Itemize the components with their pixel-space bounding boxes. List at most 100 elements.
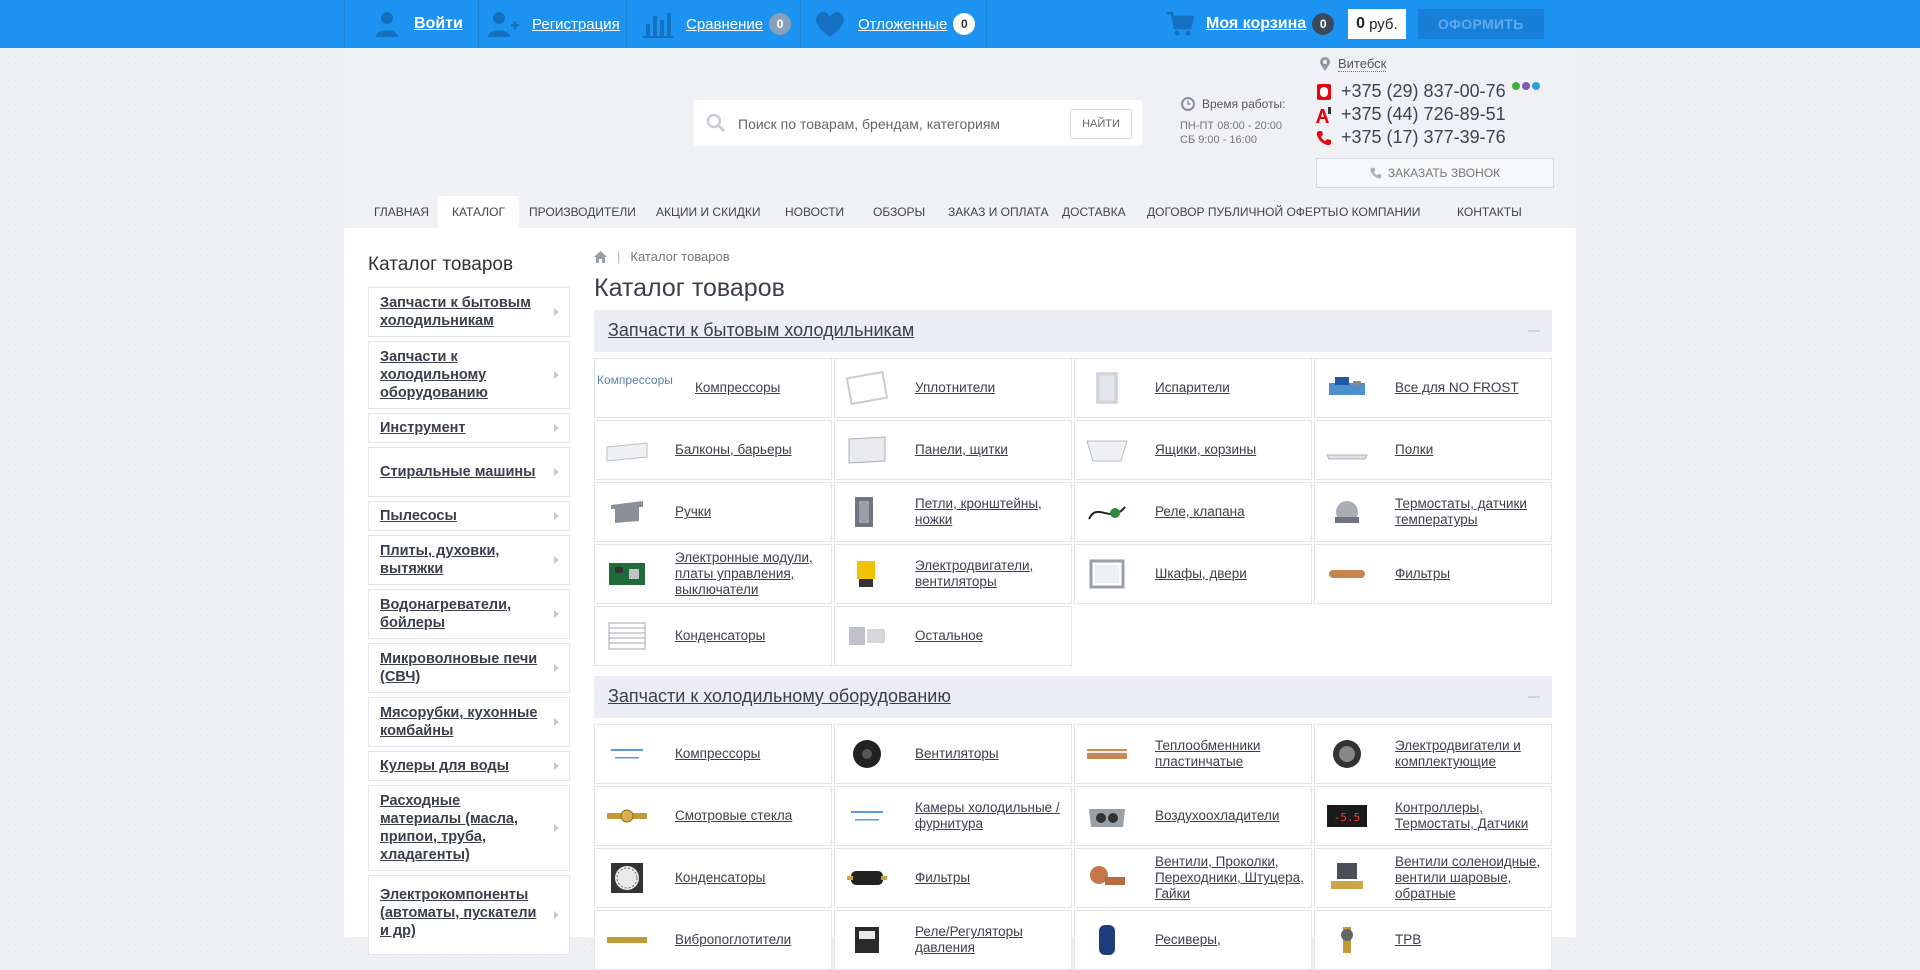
- category-tile[interactable]: Шкафы, двери: [1074, 544, 1312, 604]
- whatsapp-icon[interactable]: [1512, 82, 1520, 90]
- nav-public-offer[interactable]: ДОГОВОР ПУБЛИЧНОЙ ОФЕРТЫ: [1133, 196, 1352, 228]
- sidebar-item[interactable]: Стиральные машины: [368, 447, 570, 497]
- category-tile[interactable]: Смотровые стекла: [594, 786, 832, 846]
- sidebar-item[interactable]: Водонагреватели, бойлеры: [368, 589, 570, 639]
- category-tile[interactable]: -5.5 Контроллеры, Термостаты, Датчики: [1314, 786, 1552, 846]
- site-header: НАЙТИ Время работы: ПН-ПТ 08:00 - 20:00 …: [344, 48, 1576, 196]
- phone-mts[interactable]: +375 (29) 837-00-76: [1316, 81, 1506, 102]
- category-tile[interactable]: Конденсаторы: [594, 848, 832, 908]
- city-selector[interactable]: Витебск: [1320, 56, 1387, 72]
- category-tile[interactable]: Вентиляторы: [834, 724, 1072, 784]
- category-tile-label: Петли, кронштейны, ножки: [915, 496, 1042, 527]
- category-thumbnail: [1323, 369, 1371, 407]
- sidebar-item-label: Кулеры для воды: [380, 758, 509, 774]
- category-tile[interactable]: Теплообменники пластинчатые: [1074, 724, 1312, 784]
- sidebar-item[interactable]: Кулеры для воды: [368, 751, 570, 781]
- messenger-icons: [1512, 82, 1542, 90]
- sidebar-item[interactable]: Плиты, духовки, вытяжки: [368, 535, 570, 585]
- nav-order-payment[interactable]: ЗАКАЗ И ОПЛАТА: [934, 196, 1063, 228]
- category-thumbnail: [1323, 921, 1371, 959]
- sidebar-item[interactable]: Микроволновые печи (СВЧ): [368, 643, 570, 693]
- phone-icon: [1370, 167, 1382, 179]
- category-tile[interactable]: Воздухоохладители: [1074, 786, 1312, 846]
- sidebar-item[interactable]: Пылесосы: [368, 501, 570, 531]
- sidebar-item[interactable]: Электрокомпоненты (автоматы, пускатели и…: [368, 875, 570, 955]
- category-tile[interactable]: Ресиверы,: [1074, 910, 1312, 970]
- compare-label: Сравнение: [686, 15, 764, 33]
- cart-total-currency: руб.: [1369, 15, 1398, 33]
- city-name: Витебск: [1338, 56, 1387, 72]
- category-tile[interactable]: Компрессоры Компрессоры: [594, 358, 832, 418]
- category-tile[interactable]: Термостаты, датчики температуры: [1314, 482, 1552, 542]
- checkout-button[interactable]: ОФОРМИТЬ: [1417, 9, 1544, 39]
- sidebar-item[interactable]: Мясорубки, кухонные комбайны: [368, 697, 570, 747]
- phone-a1[interactable]: +375 (44) 726-89-51: [1316, 104, 1506, 125]
- callback-button[interactable]: ЗАКАЗАТЬ ЗВОНОК: [1316, 158, 1554, 188]
- search-input[interactable]: [736, 112, 1070, 136]
- nav-delivery[interactable]: ДОСТАВКА: [1048, 196, 1140, 228]
- category-tile[interactable]: Электродвигатели, вентиляторы: [834, 544, 1072, 604]
- telegram-icon[interactable]: [1532, 82, 1540, 90]
- category-tile[interactable]: Реле, клапана: [1074, 482, 1312, 542]
- category-tile[interactable]: Ящики, корзины: [1074, 420, 1312, 480]
- category-tile[interactable]: Панели, щитки: [834, 420, 1072, 480]
- category-tile[interactable]: Конденсаторы: [594, 606, 832, 666]
- nav-contacts[interactable]: КОНТАКТЫ: [1443, 196, 1536, 228]
- category-tile[interactable]: Уплотнители: [834, 358, 1072, 418]
- category-tile[interactable]: ТРВ: [1314, 910, 1552, 970]
- category-tile[interactable]: Вентили, Проколки, Переходники, Штуцера,…: [1074, 848, 1312, 908]
- home-icon[interactable]: [594, 250, 607, 263]
- category-section-header[interactable]: Запчасти к холодильному оборудованию: [594, 676, 1552, 718]
- category-tile[interactable]: Вибропоглотители: [594, 910, 832, 970]
- wishlist-link[interactable]: Отложенные 0: [814, 0, 976, 48]
- category-tile[interactable]: Полки: [1314, 420, 1552, 480]
- nav-promotions[interactable]: АКЦИИ И СКИДКИ: [642, 196, 774, 228]
- sidebar-item[interactable]: Запчасти к бытовым холодильникам: [368, 287, 570, 337]
- nav-about[interactable]: О КОМПАНИИ: [1325, 196, 1434, 228]
- cart-link[interactable]: Моя корзина 0 0 руб. ОФОРМИТЬ: [1166, 0, 1544, 48]
- sidebar-item[interactable]: Запчасти к холодильному оборудованию: [368, 341, 570, 409]
- phone-landline[interactable]: +375 (17) 377-39-76: [1316, 127, 1506, 148]
- category-section-header[interactable]: Запчасти к бытовым холодильникам: [594, 310, 1552, 352]
- map-pin-icon: [1320, 57, 1330, 71]
- page-title: Каталог товаров: [594, 274, 785, 302]
- viber-icon[interactable]: [1522, 82, 1530, 90]
- category-tile[interactable]: Камеры холодильные / фурнитура: [834, 786, 1072, 846]
- category-tile[interactable]: Балконы, барьеры: [594, 420, 832, 480]
- login-link[interactable]: Войти: [372, 0, 463, 48]
- category-tile[interactable]: Испарители: [1074, 358, 1312, 418]
- category-tile[interactable]: Электродвигатели и комплектующие: [1314, 724, 1552, 784]
- compare-link[interactable]: Сравнение 0: [642, 0, 792, 48]
- nav-home[interactable]: ГЛАВНАЯ: [360, 196, 443, 228]
- collapse-icon[interactable]: [1528, 330, 1540, 332]
- search-button[interactable]: НАЙТИ: [1070, 109, 1132, 139]
- category-tile[interactable]: Все для NO FROST: [1314, 358, 1552, 418]
- divider: [986, 0, 987, 48]
- nav-manufacturers[interactable]: ПРОИЗВОДИТЕЛИ: [515, 196, 650, 228]
- heart-icon: [816, 11, 844, 37]
- register-link[interactable]: Регистрация: [486, 0, 620, 48]
- bar-chart-icon: [643, 13, 673, 38]
- category-tile[interactable]: Ручки: [594, 482, 832, 542]
- register-label: Регистрация: [532, 15, 620, 33]
- category-tile[interactable]: Электронные модули, платы управления, вы…: [594, 544, 832, 604]
- category-tile[interactable]: Фильтры: [1314, 544, 1552, 604]
- collapse-icon[interactable]: [1528, 696, 1540, 698]
- breadcrumb-current: Каталог товаров: [630, 249, 730, 264]
- sidebar-item[interactable]: Инструмент: [368, 413, 570, 443]
- nav-catalog[interactable]: КАТАЛОГ: [438, 196, 519, 228]
- category-thumbnail: [1083, 797, 1131, 835]
- nav-reviews[interactable]: ОБЗОРЫ: [859, 196, 939, 228]
- sidebar-item[interactable]: Расходные материалы (масла, припои, труб…: [368, 785, 570, 871]
- category-thumbnail: [1323, 431, 1371, 469]
- category-tile[interactable]: Вентили соленоидные, вентили шаровые, об…: [1314, 848, 1552, 908]
- category-tile[interactable]: Компрессоры: [594, 724, 832, 784]
- sidebar-item-label: Плиты, духовки, вытяжки: [380, 543, 500, 577]
- category-section-title: Запчасти к холодильному оборудованию: [608, 686, 951, 706]
- category-tile[interactable]: Фильтры: [834, 848, 1072, 908]
- category-tile[interactable]: Петли, кронштейны, ножки: [834, 482, 1072, 542]
- category-tile[interactable]: Реле/Регуляторы давления: [834, 910, 1072, 970]
- nav-news[interactable]: НОВОСТИ: [771, 196, 858, 228]
- category-tile-label: Электродвигатели, вентиляторы: [915, 558, 1034, 589]
- category-tile[interactable]: Остальное: [834, 606, 1072, 666]
